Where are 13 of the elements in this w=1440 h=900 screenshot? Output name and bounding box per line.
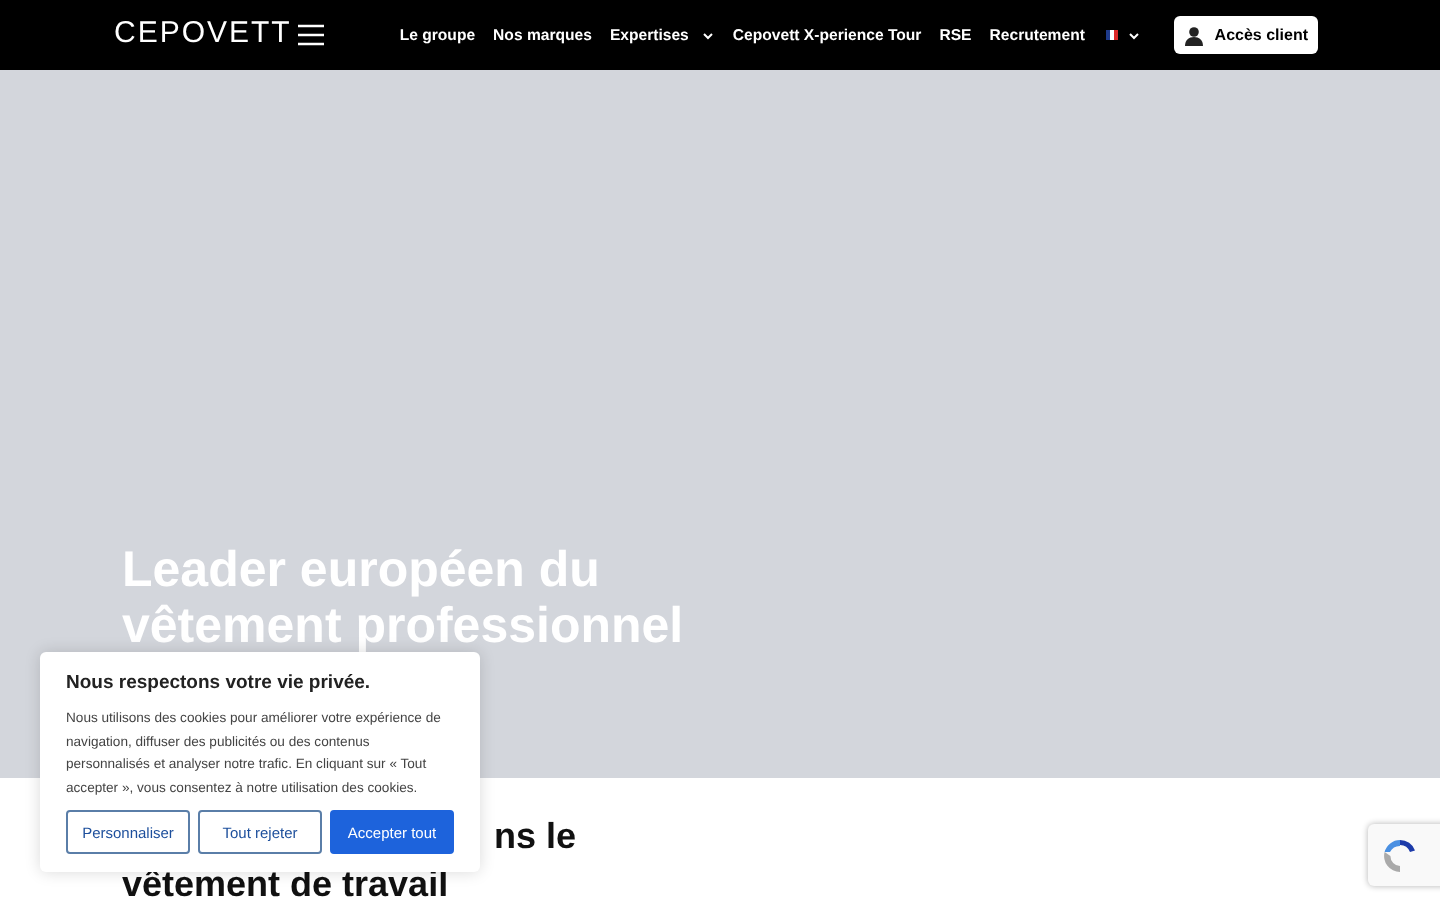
menu-icon[interactable] <box>297 24 324 46</box>
chevron-down-icon <box>702 31 715 39</box>
section-heading: ns le <box>494 814 579 858</box>
section-heading: vêtement de travail <box>122 862 449 900</box>
flag-icon <box>1106 30 1119 40</box>
language-selector[interactable] <box>1106 30 1141 40</box>
recaptcha-badge[interactable] <box>1368 824 1440 886</box>
client-access-button[interactable]: Accès client <box>1174 16 1318 54</box>
chevron-down-icon <box>1128 31 1141 39</box>
logo[interactable]: CEPOVETT <box>114 12 292 58</box>
user-icon <box>1184 25 1205 45</box>
recaptcha-icon <box>1380 835 1420 875</box>
dialog-title: Nous respectons votre vie privée. <box>66 670 373 698</box>
